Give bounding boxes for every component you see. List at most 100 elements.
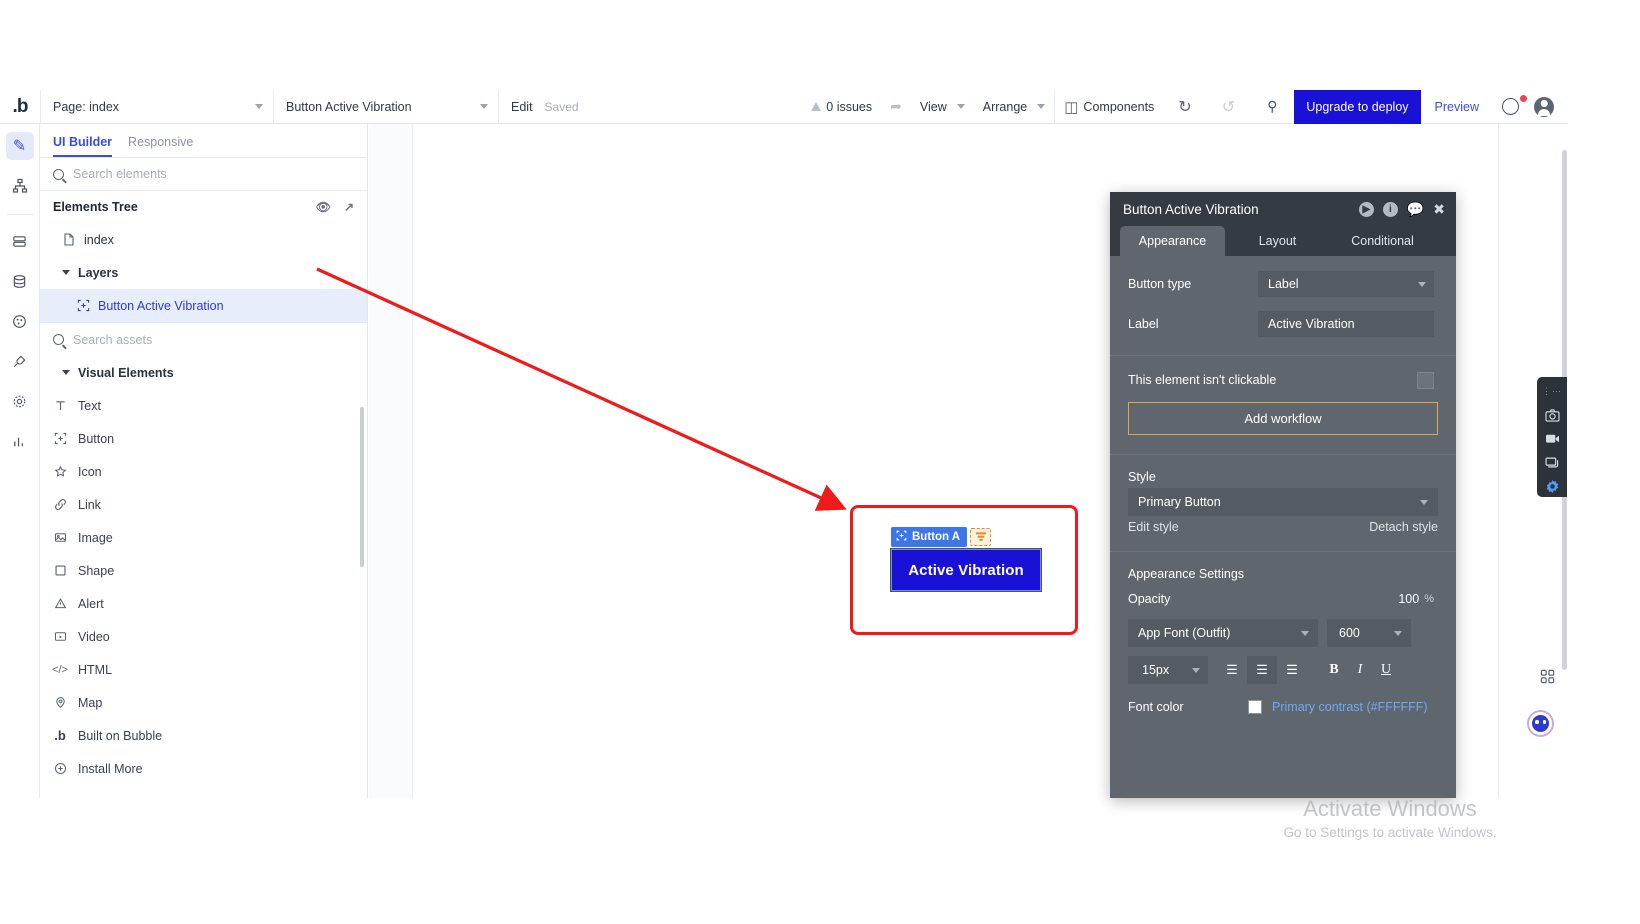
selected-element-wrapper[interactable]: Button A Active Vibration bbox=[890, 527, 1042, 592]
opacity-value[interactable]: 100 bbox=[1398, 592, 1419, 606]
preview-button[interactable]: Preview bbox=[1421, 100, 1493, 114]
element-selector[interactable]: Button Active Vibration bbox=[274, 90, 498, 124]
visual-element-html[interactable]: </> HTML bbox=[40, 653, 367, 686]
text-align-group: ☰ ☰ ☰ bbox=[1217, 656, 1307, 684]
visual-element-link[interactable]: Link bbox=[40, 488, 367, 521]
edit-menu[interactable]: Edit bbox=[499, 100, 545, 114]
camera-icon[interactable] bbox=[1541, 405, 1563, 426]
assistant-button[interactable] bbox=[1527, 710, 1554, 737]
clickable-checkbox[interactable] bbox=[1417, 371, 1434, 389]
appearance-settings-label: Appearance Settings bbox=[1128, 567, 1245, 581]
font-weight-select[interactable]: 600 bbox=[1327, 619, 1411, 647]
visual-elements-scrollbar[interactable] bbox=[360, 407, 364, 567]
visual-element-icon[interactable]: Icon bbox=[40, 455, 367, 488]
star-icon bbox=[53, 465, 67, 479]
opacity-unit: % bbox=[1424, 593, 1434, 605]
visual-element-image[interactable]: Image bbox=[40, 521, 367, 554]
cursor-tool-button[interactable]: ➦ bbox=[881, 90, 911, 124]
undo-button[interactable]: ↻ bbox=[1163, 90, 1206, 124]
visual-element-alert[interactable]: Alert bbox=[40, 587, 367, 620]
element-name-badge[interactable]: Button A bbox=[891, 527, 968, 547]
view-menu[interactable]: View bbox=[911, 90, 974, 124]
font-color-value[interactable]: Primary contrast (#FFFFFF) bbox=[1272, 700, 1428, 714]
add-workflow-button[interactable]: Add workflow bbox=[1128, 402, 1438, 435]
chevron-down-icon bbox=[1192, 667, 1200, 673]
underline-icon[interactable]: U bbox=[1373, 656, 1399, 684]
tab-conditional[interactable]: Conditional bbox=[1330, 226, 1435, 256]
italic-icon[interactable]: I bbox=[1347, 656, 1373, 684]
label-input[interactable]: Active Vibration bbox=[1258, 311, 1434, 337]
align-right-icon[interactable]: ☰ bbox=[1277, 656, 1307, 684]
visual-element-install-more[interactable]: Install More bbox=[40, 752, 367, 785]
edit-style-link[interactable]: Edit style bbox=[1128, 520, 1179, 534]
detach-style-link[interactable]: Detach style bbox=[1369, 520, 1438, 534]
arrange-menu[interactable]: Arrange bbox=[974, 90, 1054, 124]
upgrade-to-deploy-button[interactable]: Upgrade to deploy bbox=[1294, 89, 1421, 124]
play-icon[interactable]: ▶ bbox=[1358, 201, 1374, 217]
tree-item-button-active-vibration[interactable]: Button Active Vibration bbox=[40, 289, 367, 322]
account-button[interactable] bbox=[1525, 90, 1568, 124]
cursor-icon: ➦ bbox=[890, 98, 902, 114]
active-vibration-button[interactable]: Active Vibration bbox=[890, 548, 1042, 592]
tab-layout[interactable]: Layout bbox=[1225, 226, 1330, 256]
rail-plugins-button[interactable] bbox=[6, 347, 34, 375]
bold-icon[interactable]: B bbox=[1321, 656, 1347, 684]
element-badge-row: Button A bbox=[891, 527, 1041, 547]
visual-elements-header[interactable]: Visual Elements bbox=[40, 356, 367, 389]
visual-element-text[interactable]: Text bbox=[40, 389, 367, 422]
visual-element-button[interactable]: Button bbox=[40, 422, 367, 455]
tab-appearance[interactable]: Appearance bbox=[1120, 226, 1225, 256]
font-family-select[interactable]: App Font (Outfit) bbox=[1128, 619, 1318, 647]
rail-design-button[interactable]: ✎ bbox=[5, 132, 34, 160]
components-menu[interactable]: ◫ Components bbox=[1055, 90, 1163, 124]
square-icon bbox=[53, 564, 67, 578]
gear-icon[interactable] bbox=[1541, 476, 1563, 497]
font-color-swatch[interactable] bbox=[1248, 700, 1262, 714]
expand-icon[interactable]: ↗ bbox=[344, 200, 354, 214]
close-icon[interactable]: ✖ bbox=[1433, 202, 1445, 216]
more-dots-icon[interactable]: ⋮⋯ bbox=[1541, 381, 1563, 402]
eye-icon[interactable]: 👁 bbox=[316, 200, 331, 214]
font-row: App Font (Outfit) 600 bbox=[1110, 619, 1456, 647]
search-elements-field[interactable]: Search elements bbox=[40, 158, 367, 191]
search-button[interactable]: ⚲ bbox=[1250, 90, 1294, 124]
visual-element-label: Shape bbox=[78, 563, 115, 578]
top-toolbar: .b Page: index Button Active Vibration E… bbox=[0, 89, 1568, 124]
database-icon bbox=[13, 274, 26, 288]
info-icon[interactable]: i bbox=[1382, 201, 1398, 217]
font-size-select[interactable]: 15px bbox=[1128, 656, 1208, 684]
copy-icon[interactable] bbox=[1541, 452, 1563, 473]
rail-styles-button[interactable] bbox=[6, 307, 34, 335]
comment-icon[interactable]: 💬 bbox=[1407, 202, 1424, 216]
tab-responsive[interactable]: Responsive bbox=[128, 135, 193, 157]
windows-activation-watermark: Activate Windows Go to Settings to activ… bbox=[1240, 796, 1540, 840]
align-center-icon[interactable]: ☰ bbox=[1247, 656, 1277, 684]
tab-ui-builder[interactable]: UI Builder bbox=[53, 135, 113, 157]
rail-settings-button[interactable] bbox=[6, 387, 34, 415]
visual-element-built-on-bubble[interactable]: .b Built on Bubble bbox=[40, 719, 367, 752]
bubble-logo[interactable]: .b bbox=[0, 90, 40, 124]
tree-item-index[interactable]: index bbox=[40, 223, 367, 256]
responsive-badge-icon[interactable] bbox=[970, 528, 992, 546]
button-type-label: Button type bbox=[1128, 277, 1192, 291]
visual-element-shape[interactable]: Shape bbox=[40, 554, 367, 587]
button-type-select[interactable]: Label bbox=[1258, 271, 1434, 297]
rail-workflow-button[interactable] bbox=[6, 172, 34, 200]
screenshot-root: .b Page: index Button Active Vibration E… bbox=[0, 0, 1640, 924]
help-button[interactable] bbox=[1493, 90, 1527, 124]
visual-element-video[interactable]: Video bbox=[40, 620, 367, 653]
issues-indicator[interactable]: 0 issues bbox=[802, 90, 881, 124]
grid-toggle-button[interactable] bbox=[1534, 663, 1560, 689]
tree-item-layers[interactable]: Layers bbox=[40, 256, 367, 289]
rail-data-button[interactable] bbox=[6, 227, 34, 255]
align-left-icon[interactable]: ☰ bbox=[1217, 656, 1247, 684]
bubble-editor: .b Page: index Button Active Vibration E… bbox=[0, 89, 1568, 840]
rail-logs-button[interactable] bbox=[6, 427, 34, 455]
visual-element-map[interactable]: Map bbox=[40, 686, 367, 719]
video-record-icon[interactable] bbox=[1541, 429, 1563, 450]
redo-button[interactable]: ↺ bbox=[1207, 90, 1250, 124]
page-selector[interactable]: Page: index bbox=[41, 90, 273, 124]
search-assets-field[interactable]: Search assets bbox=[40, 323, 367, 356]
style-select[interactable]: Primary Button bbox=[1128, 488, 1438, 516]
rail-database-button[interactable] bbox=[6, 267, 34, 295]
